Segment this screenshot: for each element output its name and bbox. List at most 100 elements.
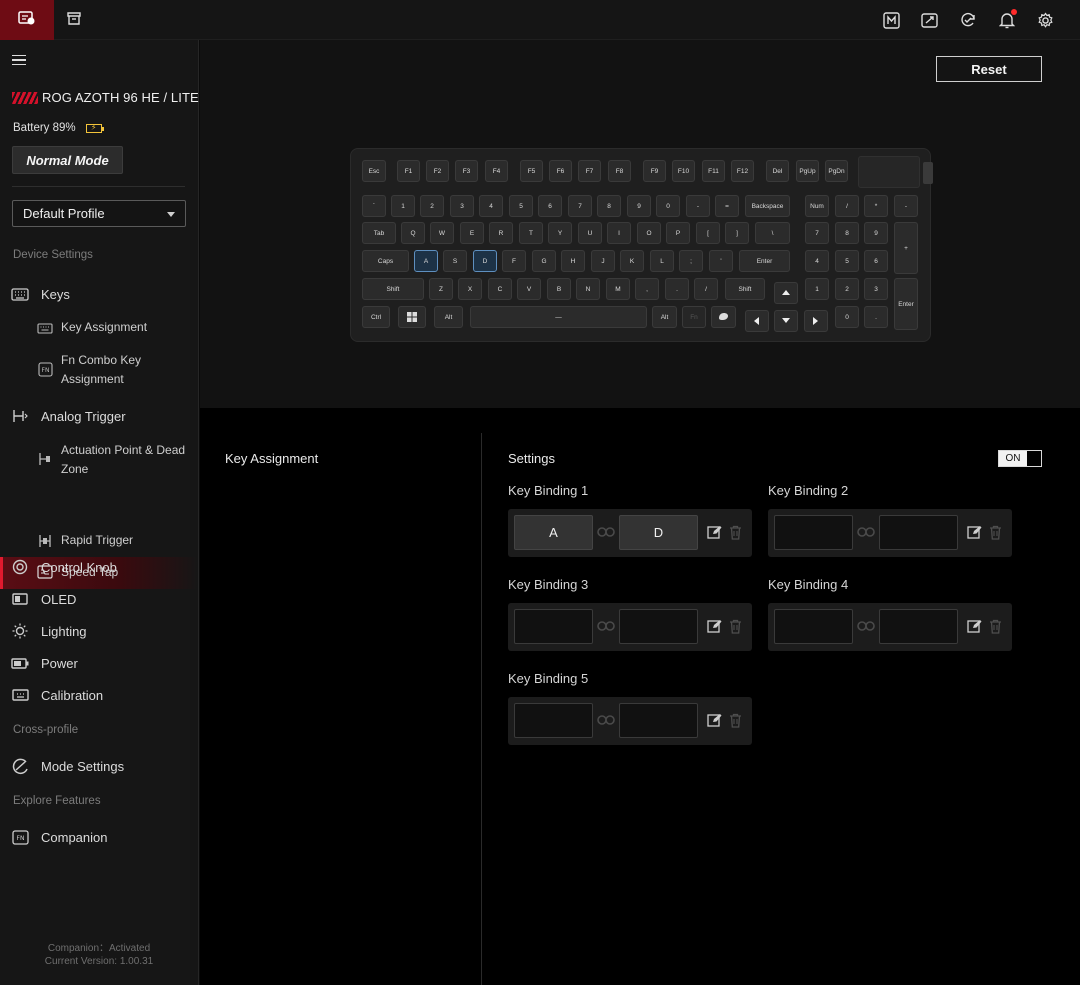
sidebar-item-actuation[interactable]: Actuation Point & Dead Zone [0,441,198,481]
trash-icon[interactable] [727,618,743,634]
key-a-12[interactable]: Enter [739,250,790,272]
trash-icon[interactable] [727,712,743,728]
tab-store[interactable] [54,0,94,40]
key-a-4[interactable]: F [502,250,526,272]
key-b-4[interactable]: Alt [652,306,677,328]
reset-button[interactable]: Reset [936,56,1042,82]
key-z-12[interactable]: 1 [805,278,829,300]
key-num-0[interactable]: ` [362,195,386,217]
key-z-14[interactable]: 3 [864,278,888,300]
key-f-0[interactable]: Esc [362,160,386,182]
key-num-17[interactable]: - [894,195,918,217]
key-f-15[interactable]: PgDn [825,160,848,182]
key-a-6[interactable]: H [561,250,585,272]
key-z-6[interactable]: N [576,278,600,300]
edit-icon[interactable] [706,618,722,634]
sidebar-item-power[interactable]: Power [0,653,198,673]
key-a-9[interactable]: L [650,250,674,272]
key-num-2[interactable]: 2 [420,195,444,217]
key-f-6[interactable]: F6 [549,160,572,182]
key-f-7[interactable]: F7 [578,160,601,182]
key-num-14[interactable]: Num [805,195,829,217]
sidebar-item-control-knob-row[interactable]: Control Knob [0,557,198,577]
speed-tap-toggle[interactable]: ON [998,450,1042,467]
key-a-1[interactable]: A [414,250,438,272]
key-num-6[interactable]: 6 [538,195,562,217]
key-z-13[interactable]: 2 [835,278,859,300]
key-num-7[interactable]: 7 [568,195,592,217]
notification-bell-icon[interactable] [997,9,1017,30]
key-q-9[interactable]: O [637,222,661,244]
sidebar-item-companion[interactable]: FN Companion [0,827,198,847]
key-num-1[interactable]: 1 [391,195,415,217]
key-q-15[interactable]: 8 [835,222,859,244]
key-a-7[interactable]: J [591,250,615,272]
binding-key-slot-2[interactable]: D [619,515,698,550]
arrow-right-key[interactable] [804,310,828,332]
key-b-2[interactable]: Alt [434,306,463,328]
sidebar-item-analog-trigger[interactable]: Analog Trigger [0,406,198,426]
edit-icon[interactable] [966,618,982,634]
sidebar-item-rapid-trigger[interactable]: Rapid Trigger [0,531,198,551]
key-a-8[interactable]: K [620,250,644,272]
sidebar-item-fn-combo[interactable]: FN Fn Combo Key Assignment [0,351,198,391]
trash-icon[interactable] [987,618,1003,634]
sidebar-item-mode-settings[interactable]: Mode Settings [0,756,198,776]
tab-device[interactable] [0,0,54,40]
key-a-11[interactable]: ' [709,250,733,272]
key-z-11[interactable]: Shift [725,278,765,300]
binding-key-slot-1[interactable] [514,609,593,644]
profile-dropdown[interactable]: Default Profile [12,200,186,227]
key-f-9[interactable]: F9 [643,160,666,182]
key-a-0[interactable]: Caps [362,250,409,272]
key-q-5[interactable]: T [519,222,543,244]
key-num-16[interactable]: * [864,195,888,217]
trash-icon[interactable] [987,524,1003,540]
mode-button[interactable]: Normal Mode [12,146,123,174]
key-num-8[interactable]: 8 [597,195,621,217]
key-a-3[interactable]: D [473,250,497,272]
key-f-13[interactable]: Del [766,160,789,182]
key-z-1[interactable]: Z [429,278,453,300]
binding-key-slot-1[interactable] [774,609,853,644]
sidebar-item-keys[interactable]: Keys [0,284,198,304]
binding-key-slot-1[interactable] [514,703,593,738]
key-f-11[interactable]: F11 [702,160,725,182]
edit-icon[interactable] [706,712,722,728]
key-f-1[interactable]: F1 [397,160,420,182]
key-q-16[interactable]: 9 [864,222,888,244]
edit-icon[interactable] [706,524,722,540]
key-num-3[interactable]: 3 [450,195,474,217]
settings-gear-icon[interactable] [1035,10,1055,30]
key-q-4[interactable]: R [489,222,513,244]
key-f-5[interactable]: F5 [520,160,543,182]
key-num-4[interactable]: 4 [479,195,503,217]
hamburger-menu-icon[interactable] [12,55,26,65]
key-b-7[interactable]: 0 [835,306,859,328]
key-b-3[interactable]: — [470,306,647,328]
key-q-17[interactable]: + [894,222,918,274]
binding-key-slot-2[interactable] [619,609,698,644]
key-q-10[interactable]: P [666,222,690,244]
key-q-3[interactable]: E [460,222,484,244]
sidebar-item-calibration[interactable]: Calibration [0,685,198,705]
key-num-9[interactable]: 9 [627,195,651,217]
key-z-9[interactable]: . [665,278,689,300]
key-z-8[interactable]: , [635,278,659,300]
key-f-2[interactable]: F2 [426,160,449,182]
key-z-0[interactable]: Shift [362,278,424,300]
key-z-2[interactable]: X [458,278,482,300]
key-q-7[interactable]: U [578,222,602,244]
key-copilot[interactable] [711,306,736,328]
key-q-8[interactable]: I [607,222,631,244]
key-a-14[interactable]: 5 [835,250,859,272]
binding-key-slot-2[interactable] [879,609,958,644]
key-f-14[interactable]: PgUp [796,160,819,182]
key-q-11[interactable]: [ [696,222,720,244]
key-b-8[interactable]: . [864,306,888,328]
update-icon[interactable] [958,10,978,30]
key-q-2[interactable]: W [430,222,454,244]
binding-key-slot-1[interactable]: A [514,515,593,550]
key-f-8[interactable]: F8 [608,160,631,182]
key-a-10[interactable]: ; [679,250,703,272]
